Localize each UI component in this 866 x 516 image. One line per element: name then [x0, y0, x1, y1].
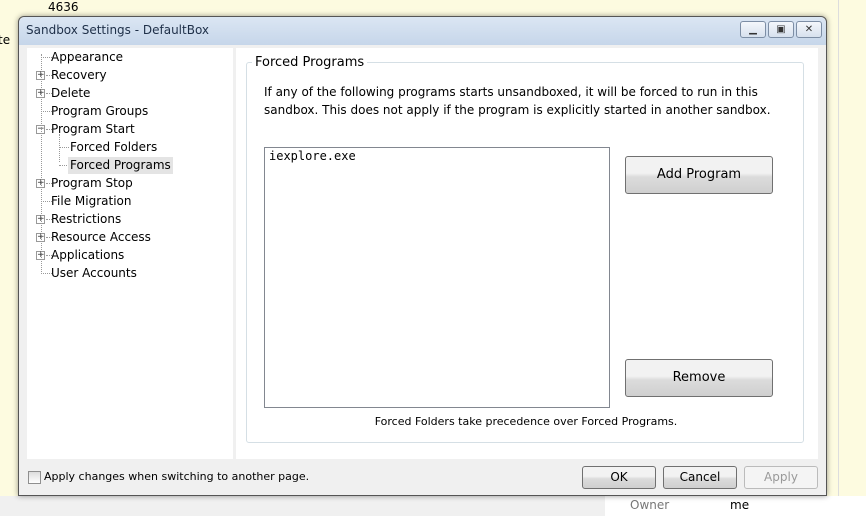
tree-item[interactable]: File Migration	[49, 193, 133, 210]
description-text: If any of the following programs starts …	[264, 85, 771, 117]
tree-item[interactable]: Forced Folders	[68, 139, 159, 156]
group-title: Forced Programs	[252, 55, 368, 70]
owner-label: Owner	[630, 498, 670, 512]
tree-item[interactable]: Program Stop	[49, 175, 135, 192]
close-icon: ✕	[804, 24, 814, 35]
tree-connector	[59, 134, 60, 162]
ok-button[interactable]: OK	[582, 466, 656, 489]
maximize-button[interactable]: ▣	[768, 21, 794, 38]
background-number: 4636	[48, 0, 79, 14]
tree-item[interactable]: Program Start	[49, 121, 137, 138]
tree-item[interactable]: Resource Access	[49, 229, 153, 246]
tree-item[interactable]: Delete	[49, 85, 92, 102]
tree-item[interactable]: User Accounts	[49, 265, 139, 282]
tree-item[interactable]: Applications	[49, 247, 126, 264]
minimize-icon: ▁	[749, 24, 757, 35]
cancel-button[interactable]: Cancel	[663, 466, 737, 489]
precedence-note: Forced Folders take precedence over Forc…	[374, 415, 678, 428]
background-window-edge	[838, 0, 866, 496]
forced-programs-group: Forced Programs If any of the following …	[246, 55, 804, 443]
owner-value: me	[730, 498, 750, 512]
tree-item[interactable]: Appearance	[49, 49, 125, 66]
minimize-button[interactable]: ▁	[740, 21, 766, 38]
programs-list[interactable]: iexplore.exe	[264, 147, 610, 408]
tree-connector	[41, 54, 42, 274]
remove-button[interactable]: Remove	[625, 359, 773, 397]
add-program-button[interactable]: Add Program	[625, 156, 773, 194]
tree-item[interactable]: Forced Programs	[68, 157, 173, 174]
background-text-fragment: te	[0, 33, 11, 47]
title-bar[interactable]: Sandbox Settings - DefaultBox ▁ ▣ ✕	[19, 17, 826, 45]
apply-on-switch-checkbox[interactable]	[28, 471, 41, 484]
apply-button[interactable]: Apply	[744, 466, 818, 489]
properties-panel: Owner me	[605, 496, 866, 516]
tree-item[interactable]: Recovery	[49, 67, 109, 84]
maximize-icon: ▣	[776, 24, 786, 35]
list-item[interactable]: iexplore.exe	[269, 149, 605, 163]
sandbox-settings-dialog: Sandbox Settings - DefaultBox ▁ ▣ ✕ Appe…	[18, 16, 827, 496]
settings-tree[interactable]: Appearance + Recovery + Delete Program Groups…	[27, 48, 233, 459]
apply-on-switch-label[interactable]: Apply changes when switching to another …	[44, 470, 309, 483]
settings-page: Forced Programs If any of the following …	[236, 48, 818, 459]
tree-item[interactable]: Restrictions	[49, 211, 123, 228]
window-title: Sandbox Settings - DefaultBox	[26, 23, 210, 37]
tree-item[interactable]: Program Groups	[49, 103, 150, 120]
close-button[interactable]: ✕	[796, 21, 822, 38]
